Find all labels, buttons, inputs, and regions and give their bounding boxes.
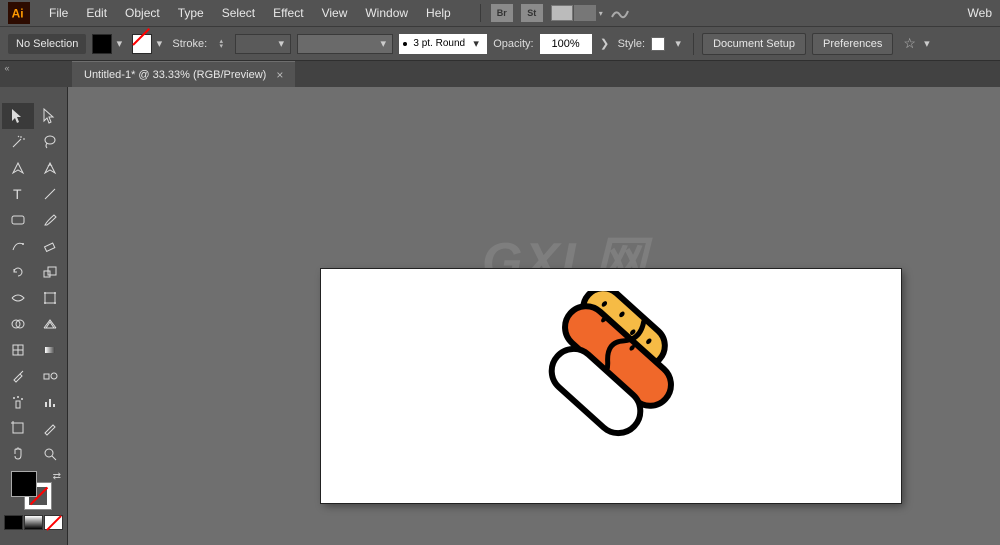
- workspace-label[interactable]: Web: [968, 6, 1000, 20]
- selection-status: No Selection: [8, 34, 86, 54]
- zoom-tool[interactable]: [34, 441, 66, 467]
- opacity-value[interactable]: 100%: [540, 34, 592, 54]
- stroke-weight-stepper[interactable]: ▴▾: [213, 34, 229, 54]
- canvas-area[interactable]: GXI 网: [68, 87, 1000, 545]
- fill-dropdown[interactable]: ▾: [112, 34, 126, 54]
- color-mode-solid[interactable]: [4, 515, 23, 530]
- color-mode-row: [0, 513, 67, 532]
- menu-select[interactable]: Select: [213, 2, 264, 24]
- brush-definition-dropdown[interactable]: 3 pt. Round ▾: [399, 34, 487, 54]
- menu-effect[interactable]: Effect: [264, 2, 312, 24]
- fill-stroke-control[interactable]: ⇄: [0, 469, 67, 513]
- preferences-button[interactable]: Preferences: [812, 33, 893, 55]
- artboard[interactable]: [321, 269, 901, 503]
- type-tool[interactable]: T: [2, 181, 34, 207]
- fill-color-box[interactable]: [11, 471, 37, 497]
- tools-panel-header: [0, 91, 67, 101]
- svg-text:T: T: [13, 186, 22, 202]
- arrange-documents-icon[interactable]: ▾: [551, 5, 603, 21]
- perspective-grid-tool[interactable]: [34, 311, 66, 337]
- rectangle-tool[interactable]: [2, 207, 34, 233]
- artwork-hotdog: [516, 291, 706, 481]
- menu-file[interactable]: File: [40, 2, 77, 24]
- document-tab-title: Untitled-1* @ 33.33% (RGB/Preview): [84, 69, 266, 81]
- gpu-preview-icon[interactable]: [607, 5, 633, 21]
- shaper-tool[interactable]: [2, 233, 34, 259]
- blend-tool[interactable]: [34, 363, 66, 389]
- column-graph-tool[interactable]: [34, 389, 66, 415]
- variable-width-profile-dropdown[interactable]: ▾: [297, 34, 393, 54]
- eraser-tool[interactable]: [34, 233, 66, 259]
- stroke-swatch[interactable]: [132, 34, 152, 54]
- brush-definition-label: 3 pt. Round: [413, 38, 465, 49]
- menu-help[interactable]: Help: [417, 2, 460, 24]
- free-transform-tool[interactable]: [34, 285, 66, 311]
- color-mode-none[interactable]: [44, 515, 63, 530]
- hand-tool[interactable]: [2, 441, 34, 467]
- bridge-icon[interactable]: Br: [491, 4, 513, 22]
- shape-builder-tool[interactable]: [2, 311, 34, 337]
- slice-tool[interactable]: [34, 415, 66, 441]
- stroke-swatch-dropdown[interactable]: ▾: [152, 34, 166, 54]
- menu-edit[interactable]: Edit: [77, 2, 116, 24]
- width-tool[interactable]: [2, 285, 34, 311]
- direct-selection-tool[interactable]: [34, 103, 66, 129]
- stroke-weight-dropdown[interactable]: ▾: [235, 34, 291, 54]
- style-label: Style:: [618, 38, 646, 50]
- menubar: Ai File Edit Object Type Select Effect V…: [0, 0, 1000, 27]
- document-setup-button[interactable]: Document Setup: [702, 33, 806, 55]
- eyedropper-tool[interactable]: [2, 363, 34, 389]
- app-icon: Ai: [8, 2, 30, 24]
- menu-type[interactable]: Type: [169, 2, 213, 24]
- document-tab[interactable]: Untitled-1* @ 33.33% (RGB/Preview) ×: [72, 61, 295, 87]
- opacity-dropdown[interactable]: ❯: [598, 34, 612, 54]
- menu-window[interactable]: Window: [356, 2, 417, 24]
- artboard-tool[interactable]: [2, 415, 34, 441]
- color-mode-gradient[interactable]: [24, 515, 43, 530]
- selection-tool[interactable]: [2, 103, 34, 129]
- magic-wand-tool[interactable]: [2, 129, 34, 155]
- rotate-tool[interactable]: [2, 259, 34, 285]
- menu-object[interactable]: Object: [116, 2, 169, 24]
- curvature-tool[interactable]: [34, 155, 66, 181]
- graphic-style-swatch[interactable]: [651, 37, 665, 51]
- svg-text:Ai: Ai: [12, 7, 24, 21]
- swap-fill-stroke-icon[interactable]: ⇄: [53, 471, 61, 482]
- scale-tool[interactable]: [34, 259, 66, 285]
- stock-icon[interactable]: St: [521, 4, 543, 22]
- fill-swatch[interactable]: [92, 34, 112, 54]
- document-tabbar: « Untitled-1* @ 33.33% (RGB/Preview) ×: [0, 61, 1000, 87]
- tools-panel: T ⇄: [0, 87, 68, 545]
- graphic-style-dropdown[interactable]: ▾: [671, 34, 685, 54]
- panel-toggle-icon[interactable]: «: [0, 61, 14, 87]
- line-tool[interactable]: [34, 181, 66, 207]
- stroke-label: Stroke:: [172, 38, 207, 50]
- optionbar: No Selection ▾ ▾ Stroke: ▴▾ ▾ ▾ 3 pt. Ro…: [0, 27, 1000, 61]
- paintbrush-tool[interactable]: [34, 207, 66, 233]
- mesh-tool[interactable]: [2, 337, 34, 363]
- symbol-sprayer-tool[interactable]: [2, 389, 34, 415]
- close-tab-icon[interactable]: ×: [276, 68, 283, 82]
- menu-view[interactable]: View: [313, 2, 357, 24]
- opacity-label: Opacity:: [493, 38, 533, 50]
- gradient-tool[interactable]: [34, 337, 66, 363]
- lasso-tool[interactable]: [34, 129, 66, 155]
- align-to-dropdown[interactable]: ▾: [920, 34, 934, 54]
- align-to-icon[interactable]: ☆: [903, 35, 916, 52]
- pen-tool[interactable]: [2, 155, 34, 181]
